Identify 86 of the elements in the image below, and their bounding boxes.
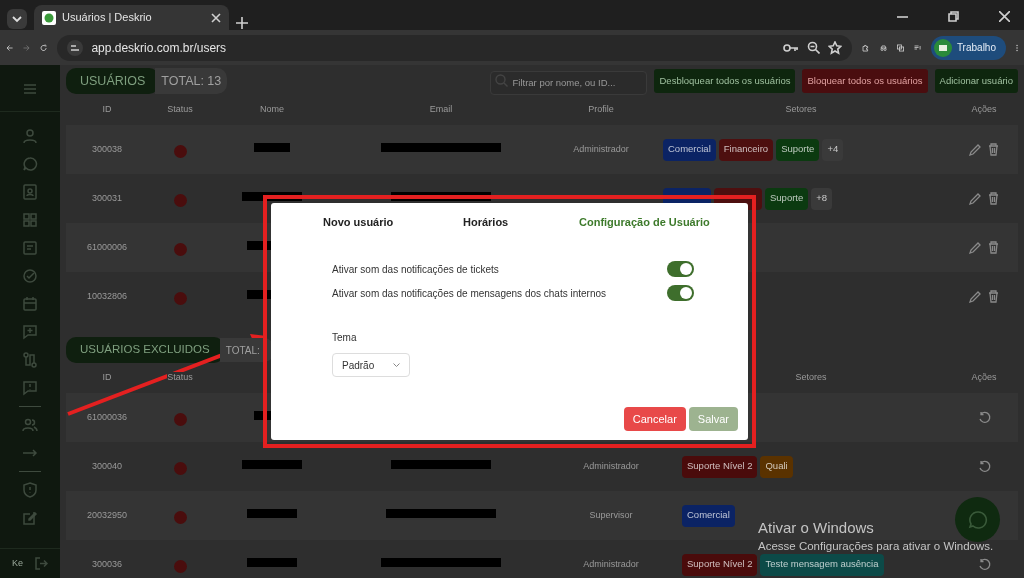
search-field[interactable]: Filtrar por nome, ou ID... [490, 70, 648, 95]
edit-icon[interactable] [968, 241, 981, 254]
setting-label: Ativar som das notificações de mensagens dos chats internos [332, 286, 607, 301]
toggle-switch[interactable] [667, 285, 694, 301]
sector-tag: Suporte [776, 138, 820, 161]
column-header: Email [429, 103, 453, 114]
trash-icon[interactable] [987, 290, 1000, 303]
chat-icon [967, 509, 988, 530]
column-header: Status [167, 371, 193, 382]
column-header: Ações [971, 371, 997, 382]
cancel-button[interactable]: Cancelar [623, 407, 686, 431]
user-id: 300031 [91, 192, 122, 203]
sector-tag: Comercial [663, 138, 716, 161]
modal-tab[interactable]: Horários [463, 215, 509, 229]
add-user-button[interactable]: Adicionar usuário [934, 69, 1018, 93]
sector-tag: Teste mensagem ausência [760, 553, 884, 576]
restore-icon[interactable] [977, 558, 991, 571]
tab-list-icon[interactable] [6, 8, 28, 30]
close-icon[interactable] [999, 11, 1010, 22]
column-header: Nome [260, 103, 284, 114]
modal-tab[interactable]: Novo usuário [323, 215, 394, 229]
trash-icon[interactable] [987, 143, 1000, 156]
sector-tag: Suporte [765, 187, 809, 210]
site-info-icon[interactable] [67, 39, 84, 56]
redaction-bar [242, 459, 302, 469]
favicon-icon [42, 10, 56, 25]
theme-label: Tema [332, 331, 358, 345]
user-profile: Administrador [583, 558, 639, 569]
sector-tag: Suporte Nível 2 [682, 455, 758, 478]
sector-tag: +8 [811, 187, 833, 210]
close-icon[interactable] [211, 12, 221, 23]
edit-icon[interactable] [968, 290, 981, 303]
column-header: Profile [588, 103, 614, 114]
profile-button[interactable]: Trabalho [930, 35, 1006, 60]
watermark-title: Ativar o Windows [758, 518, 874, 538]
user-id: 10032806 [86, 290, 127, 301]
modal-tab[interactable]: Configuração de Usuário [579, 215, 710, 229]
zoom-icon[interactable] [807, 41, 821, 54]
sector-tag: +4 [822, 138, 844, 161]
theme-select[interactable]: Padrão [332, 353, 410, 377]
tab-title: Usuários | Deskrio [62, 10, 153, 26]
edit-icon[interactable] [968, 192, 981, 205]
user-initials: Ke [12, 556, 23, 570]
user-id: 61000036 [86, 411, 127, 422]
restore-icon[interactable] [977, 460, 991, 473]
redaction-bar [247, 508, 297, 518]
user-id: 61000006 [86, 241, 127, 252]
column-header: Setores [795, 371, 827, 382]
total-count: TOTAL: 13 [155, 67, 228, 95]
user-profile: Administrador [583, 460, 639, 471]
url-text: app.deskrio.com.br/users [91, 39, 228, 57]
browser-tab[interactable]: Usuários | Deskrio [34, 5, 229, 30]
user-id: 300038 [91, 143, 122, 154]
redaction-bar [254, 142, 290, 152]
avatar-icon [933, 38, 952, 57]
address-bar[interactable]: app.deskrio.com.br/users [57, 34, 853, 61]
redaction-bar [242, 191, 302, 201]
column-header: Ações [971, 103, 997, 114]
column-header: ID [102, 371, 112, 382]
key-icon[interactable] [783, 41, 800, 54]
sector-tag: Suporte Nível 2 [682, 553, 758, 576]
unblock-all-button[interactable]: Desbloquear todos os usuários [654, 69, 796, 93]
redaction-bar [247, 557, 297, 567]
sector-tag: Financeiro [718, 138, 774, 161]
chevron-icon [393, 362, 400, 368]
edit-icon[interactable] [968, 143, 981, 156]
trash-icon[interactable] [987, 241, 1000, 254]
setting-label: Ativar som das notificações de tickets [332, 262, 499, 277]
toggle-switch[interactable] [667, 261, 694, 277]
watermark-text: Acesse Configurações para ativar o Windows. [758, 539, 994, 554]
user-profile: Administrador [573, 143, 629, 154]
user-id: 20032950 [86, 509, 127, 520]
user-id: 300040 [91, 460, 122, 471]
trash-icon[interactable] [987, 192, 1000, 205]
column-header: ID [102, 103, 112, 114]
check-icon[interactable] [22, 268, 38, 284]
column-header: Setores [785, 103, 817, 114]
restore-icon[interactable] [948, 11, 959, 22]
column-header: Status [167, 103, 193, 114]
user-profile: Supervisor [589, 509, 633, 520]
block-all-button[interactable]: Bloquear todos os usuários [802, 69, 928, 93]
star-icon[interactable] [828, 40, 843, 55]
sector-tag: Comercial [682, 504, 735, 527]
user-id: 300036 [91, 558, 122, 569]
sector-tag: Quali [760, 455, 793, 478]
new-tab-icon[interactable] [235, 16, 249, 30]
